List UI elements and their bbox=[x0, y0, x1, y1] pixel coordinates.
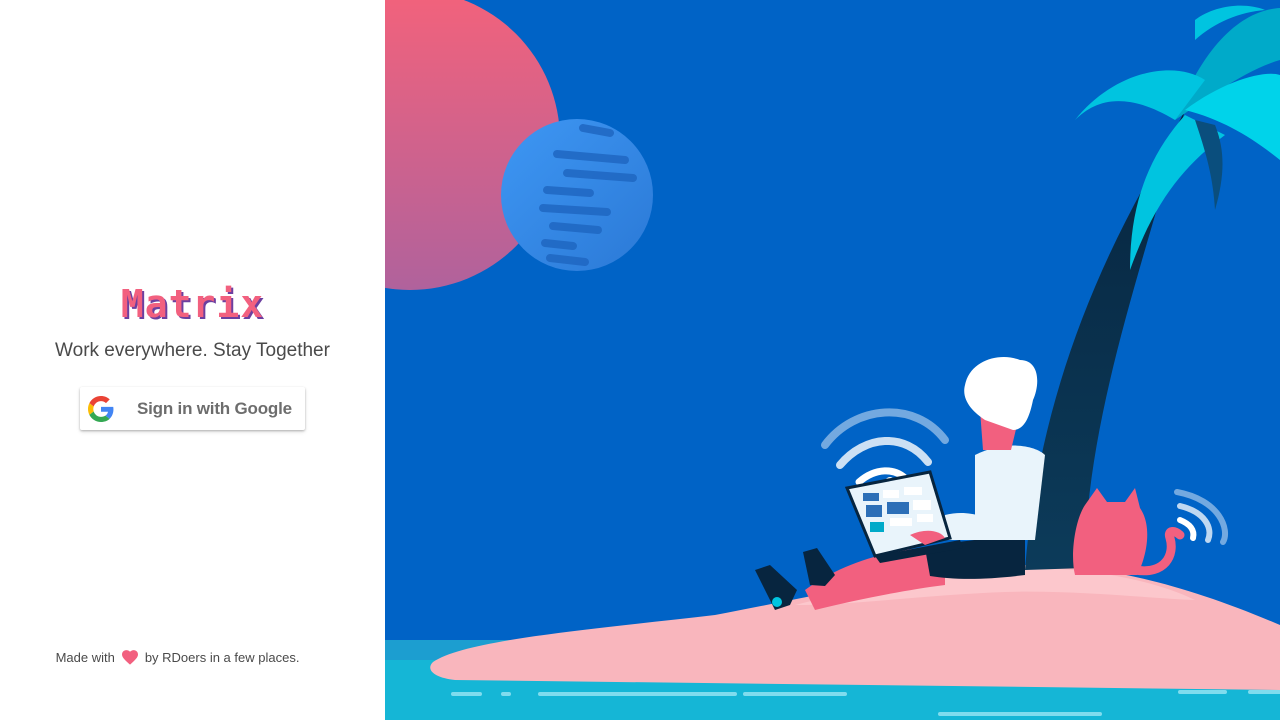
app-tagline: Work everywhere. Stay Together bbox=[55, 340, 330, 361]
hero-illustration bbox=[385, 0, 1280, 720]
moon-shape bbox=[501, 119, 653, 271]
google-sign-in-button[interactable]: Sign in with Google bbox=[80, 387, 305, 430]
cat-figure bbox=[1073, 488, 1185, 576]
footer-prefix: Made with bbox=[55, 649, 115, 665]
login-panel: Matrix Work everywhere. Stay Together Si… bbox=[0, 0, 385, 720]
footer-suffix: by RDoers in a few places. bbox=[144, 649, 300, 665]
app-logo-title: Matrix bbox=[120, 282, 265, 326]
footer-credit: Made with by RDoers in a few places. bbox=[0, 649, 355, 665]
google-g-icon bbox=[88, 395, 114, 422]
login-page: Matrix Work everywhere. Stay Together Si… bbox=[0, 0, 1280, 720]
heart-icon bbox=[121, 649, 139, 665]
island-illustration bbox=[385, 0, 1280, 720]
palm-leaves bbox=[1075, 5, 1280, 270]
google-sign-in-label: Sign in with Google bbox=[137, 398, 292, 418]
